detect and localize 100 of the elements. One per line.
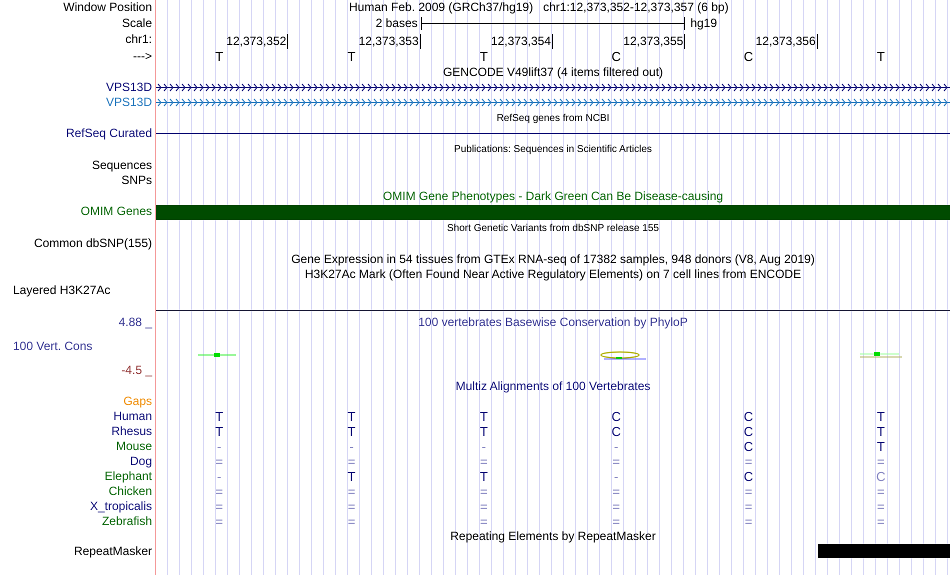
track-label[interactable]: VPS13D bbox=[106, 95, 152, 109]
alignment-base: = bbox=[612, 514, 620, 529]
alignment-base: C bbox=[744, 469, 754, 484]
species-label: Zebrafish bbox=[102, 514, 152, 528]
alignment-base: C bbox=[744, 439, 754, 454]
track-label[interactable]: OMIM Genes bbox=[80, 204, 152, 218]
alignment-base: = bbox=[480, 484, 488, 499]
transcript-line[interactable] bbox=[156, 133, 950, 134]
alignment-base: = bbox=[348, 499, 356, 514]
position-text: chr1:12,373,352-12,373,357 (6 bp) bbox=[543, 0, 729, 14]
track-title: Gene Expression in 54 tissues from GTEx RNA-seq of 17382 samples, 948 donors (V8, Aug 2019) bbox=[291, 252, 815, 266]
base-letter: T bbox=[876, 49, 885, 65]
species-label: Human bbox=[113, 409, 152, 423]
alignment-base: T bbox=[348, 469, 356, 484]
assembly-name: hg19 bbox=[689, 16, 718, 32]
alignment-base: T bbox=[480, 424, 488, 439]
species-label: Mouse bbox=[116, 439, 152, 453]
alignment-base: = bbox=[480, 499, 488, 514]
alignment-base: C bbox=[876, 469, 886, 484]
alignment-base: T bbox=[876, 439, 885, 454]
base-letter: C bbox=[611, 49, 621, 65]
track-title: Multiz Alignments of 100 Vertebrates bbox=[456, 379, 650, 393]
alignment-base: C bbox=[744, 424, 754, 439]
alignment-base: - bbox=[216, 439, 222, 454]
alignment-base: T bbox=[876, 409, 885, 424]
alignment-base: = bbox=[877, 499, 885, 514]
gene-track-drawing[interactable] bbox=[156, 84, 950, 92]
species-label: Dog bbox=[130, 454, 152, 468]
species-label: Elephant bbox=[104, 469, 152, 483]
track-label[interactable]: VPS13D bbox=[106, 80, 152, 94]
track-label[interactable]: RefSeq Curated bbox=[66, 126, 152, 140]
base-letter: T bbox=[480, 49, 488, 65]
alignment-base: = bbox=[215, 484, 223, 499]
base-letter: T bbox=[215, 49, 224, 65]
base-letter: T bbox=[348, 49, 356, 65]
conservation-mark bbox=[198, 353, 236, 357]
alignment-base: T bbox=[348, 424, 356, 439]
conservation-mark bbox=[860, 352, 902, 358]
alignment-base: = bbox=[348, 454, 356, 469]
track-label[interactable]: Scale bbox=[122, 16, 152, 30]
track-title: GENCODE V49lift37 (4 items filtered out) bbox=[442, 65, 664, 79]
alignment-base: = bbox=[744, 454, 752, 469]
species-label: Chicken bbox=[108, 484, 152, 498]
alignment-base: = bbox=[744, 484, 752, 499]
alignment-base: C bbox=[611, 409, 621, 424]
coordinate-tick: 12,373,355 bbox=[623, 34, 686, 49]
gene-bar[interactable] bbox=[156, 205, 950, 220]
alignment-base: T bbox=[215, 409, 224, 424]
alignment-base: = bbox=[215, 499, 223, 514]
track-title: OMIM Gene Phenotypes - Dark Green Can Be Disease-causing bbox=[382, 189, 724, 203]
alignment-base: C bbox=[744, 409, 754, 424]
alignment-base: = bbox=[877, 454, 885, 469]
track-label[interactable]: SNPs bbox=[121, 173, 152, 187]
alignment-base: - bbox=[482, 439, 486, 454]
track-label[interactable]: RepeatMasker bbox=[74, 544, 152, 558]
alignment-base: = bbox=[348, 484, 356, 499]
gene-track-drawing[interactable] bbox=[156, 98, 950, 106]
coordinate-tick: 12,373,353 bbox=[358, 34, 421, 49]
base-letter: C bbox=[744, 49, 754, 65]
track-title: Repeating Elements by RepeatMasker bbox=[450, 529, 656, 543]
alignment-base: = bbox=[480, 514, 488, 529]
scale-text: 2 bases bbox=[376, 16, 419, 32]
coordinate-tick: 12,373,352 bbox=[226, 34, 288, 49]
alignment-base: = bbox=[612, 484, 620, 499]
alignment-base: - bbox=[614, 469, 618, 484]
track-label: Window Position bbox=[63, 0, 152, 14]
alignment-base: T bbox=[876, 424, 885, 439]
species-label: Rhesus bbox=[111, 424, 152, 438]
alignment-base: - bbox=[349, 439, 354, 454]
track-title: H3K27Ac Mark (Often Found Near Active Regulatory Elements) on 7 cell lines from ENCODE bbox=[304, 267, 802, 281]
track-label[interactable]: chr1: bbox=[125, 32, 152, 46]
alignment-base: T bbox=[348, 409, 356, 424]
alignment-base: = bbox=[215, 454, 223, 469]
track-label[interactable]: Layered H3K27Ac bbox=[13, 283, 110, 297]
alignment-base: T bbox=[480, 409, 488, 424]
alignment-base: T bbox=[215, 424, 224, 439]
alignment-base: = bbox=[877, 484, 885, 499]
species-label: X_tropicalis bbox=[90, 499, 152, 513]
alignment-base: = bbox=[744, 499, 752, 514]
track-label[interactable]: Sequences bbox=[92, 158, 152, 172]
strand-label[interactable]: ---> bbox=[133, 49, 152, 63]
track-title: Short Genetic Variants from dbSNP release 155 bbox=[447, 223, 659, 234]
alignment-base: = bbox=[612, 499, 620, 514]
alignment-base: - bbox=[614, 439, 618, 454]
track-label[interactable]: 100 Vert. Cons bbox=[13, 339, 92, 354]
axis-min-label: -4.5 _ bbox=[121, 363, 152, 378]
track-title: 100 vertebrates Basewise Conservation by PhyloP bbox=[418, 315, 688, 329]
alignment-base: = bbox=[744, 514, 752, 529]
track-title: Publications: Sequences in Scientific Articles bbox=[454, 144, 652, 155]
axis-max-label: 4.88 _ bbox=[118, 315, 152, 330]
alignment-base: = bbox=[348, 514, 356, 529]
alignment-base: T bbox=[480, 469, 488, 484]
track-title: RefSeq genes from NCBI bbox=[496, 113, 610, 124]
alignment-base: = bbox=[877, 514, 885, 529]
track-label[interactable]: Common dbSNP(155) bbox=[34, 236, 152, 250]
coordinate-tick: 12,373,356 bbox=[756, 34, 818, 49]
conservation-mark bbox=[600, 351, 646, 360]
alignment-base: = bbox=[215, 514, 223, 529]
alignment-base: = bbox=[612, 454, 620, 469]
repeat-element-bar[interactable] bbox=[818, 544, 950, 558]
